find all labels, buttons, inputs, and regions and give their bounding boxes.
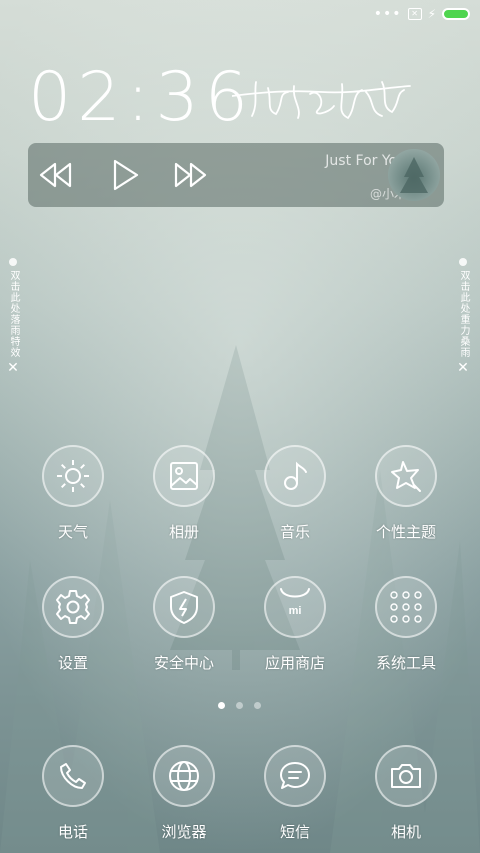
album-tree-image xyxy=(400,157,428,193)
phone-icon xyxy=(60,763,86,789)
battery-icon xyxy=(442,8,470,20)
music-icon-button[interactable] xyxy=(264,445,326,507)
side-text-right: 双击此处重力桑雨 xyxy=(458,270,469,358)
app-label: 浏览器 xyxy=(161,823,207,841)
app-label: 短信 xyxy=(279,823,310,841)
globe-icon xyxy=(169,761,199,791)
rain-effect-toggle-right[interactable]: 双击此处重力桑雨 ✕ xyxy=(456,258,470,375)
app-label: 安全中心 xyxy=(153,654,214,672)
browser-icon-button[interactable] xyxy=(153,745,215,807)
dock-browser[interactable]: 浏览器 xyxy=(129,745,239,842)
app-label: 音乐 xyxy=(279,523,310,541)
play-icon xyxy=(113,159,139,191)
song-artist: @小木 xyxy=(369,187,406,201)
indicator-dot xyxy=(9,258,17,266)
rain-effect-toggle-left[interactable]: 双击此处落雨特效 ✕ xyxy=(6,258,20,375)
store-bag-icon: mi xyxy=(280,588,310,617)
phone-icon-button[interactable] xyxy=(42,745,104,807)
app-themes[interactable]: 个性主题 xyxy=(351,445,461,542)
app-label: 电话 xyxy=(57,823,88,841)
indicator-dot xyxy=(459,258,467,266)
svg-text:mi: mi xyxy=(289,605,302,617)
signature-graphic xyxy=(232,81,411,120)
page-dot xyxy=(236,702,243,709)
sim-icon: ✕ xyxy=(407,8,422,20)
chat-bubble-icon xyxy=(280,762,310,789)
clock-time: 02:36 xyxy=(28,58,254,137)
app-label: 应用商店 xyxy=(264,654,325,672)
app-label: 设置 xyxy=(57,654,88,672)
security-icon-button[interactable] xyxy=(153,576,215,638)
tools-grid-icon xyxy=(390,591,422,623)
messages-icon-button[interactable] xyxy=(264,745,326,807)
charging-icon: ⚡ xyxy=(427,7,436,21)
rewind-button[interactable] xyxy=(36,155,76,195)
app-security[interactable]: 安全中心 xyxy=(129,576,239,673)
shield-icon xyxy=(170,591,198,624)
app-tools[interactable]: 系统工具 xyxy=(351,576,461,673)
play-button[interactable] xyxy=(106,155,146,195)
fast-forward-icon xyxy=(174,162,207,188)
page-dot xyxy=(254,702,261,709)
dots-icon: ••• xyxy=(373,6,402,22)
page-dot-active xyxy=(218,702,225,709)
dock-camera[interactable]: 相机 xyxy=(351,745,461,842)
camera-icon xyxy=(391,764,421,788)
rewind-icon xyxy=(39,162,72,188)
close-icon[interactable]: ✕ xyxy=(457,361,469,375)
gear-icon xyxy=(56,590,90,624)
gallery-icon-button[interactable] xyxy=(153,445,215,507)
fast-forward-button[interactable] xyxy=(170,155,210,195)
weather-icon-button[interactable] xyxy=(42,445,104,507)
app-label: 系统工具 xyxy=(375,654,436,672)
app-store[interactable]: mi 应用商店 xyxy=(240,576,350,673)
music-widget: Just For You @小木 xyxy=(28,143,444,207)
app-label: 相册 xyxy=(168,523,199,541)
app-gallery[interactable]: 相册 xyxy=(129,445,239,542)
side-text-left: 双击此处落雨特效 xyxy=(8,270,19,358)
dock-messages[interactable]: 短信 xyxy=(240,745,350,842)
store-icon-button[interactable]: mi xyxy=(264,576,326,638)
app-label: 天气 xyxy=(57,523,88,541)
gallery-icon xyxy=(170,462,198,490)
close-icon[interactable]: ✕ xyxy=(7,361,19,375)
sun-icon xyxy=(57,460,89,492)
settings-icon-button[interactable] xyxy=(42,576,104,638)
theme-star-icon xyxy=(391,461,421,492)
camera-icon-button[interactable] xyxy=(375,745,437,807)
music-note-icon xyxy=(284,461,307,490)
album-art[interactable] xyxy=(388,149,440,201)
page-indicator xyxy=(218,702,261,709)
themes-icon-button[interactable] xyxy=(375,445,437,507)
app-label: 相机 xyxy=(390,823,421,841)
app-settings[interactable]: 设置 xyxy=(18,576,128,673)
app-weather[interactable]: 天气 xyxy=(18,445,128,542)
app-music[interactable]: 音乐 xyxy=(240,445,350,542)
dock-phone[interactable]: 电话 xyxy=(18,745,128,842)
app-label: 个性主题 xyxy=(375,523,436,541)
status-bar: ••• ✕ ⚡ xyxy=(374,6,470,22)
tools-icon-button[interactable] xyxy=(375,576,437,638)
